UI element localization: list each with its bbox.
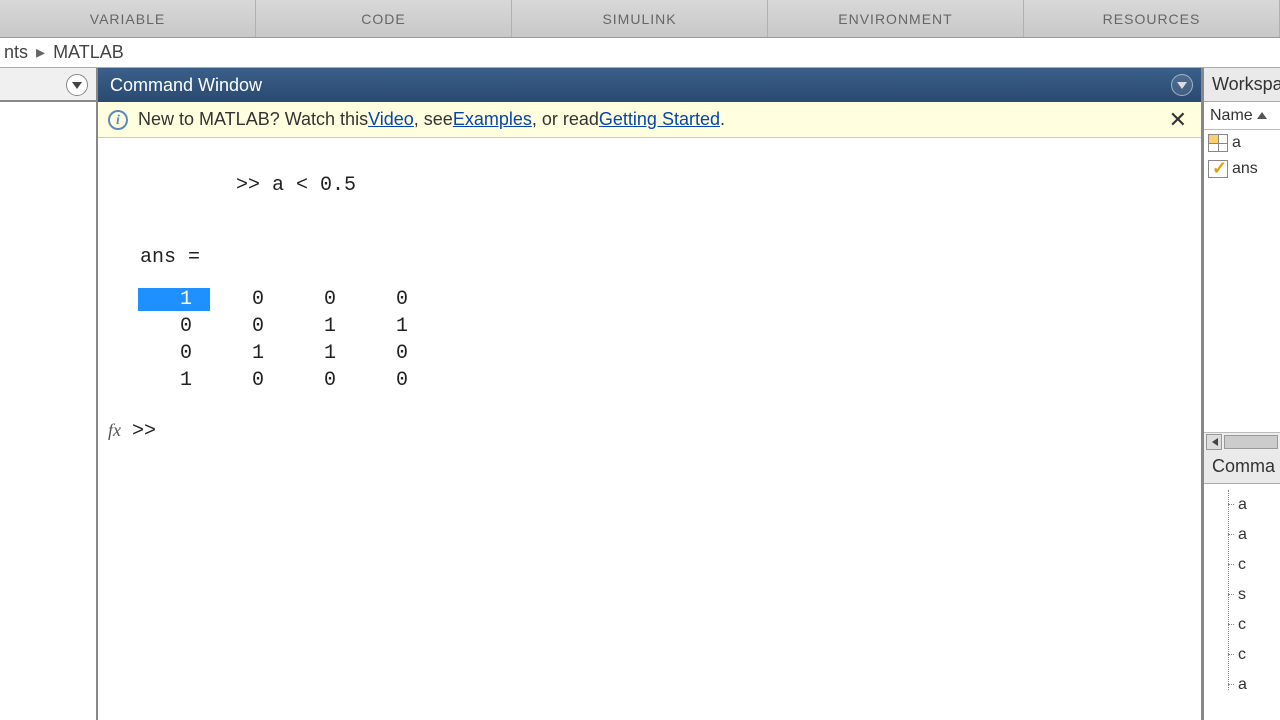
workspace-list[interactable]: a ans [1204,130,1280,182]
matrix-cell[interactable]: 1 [282,342,354,365]
address-folder[interactable]: MATLAB [53,42,124,63]
breadcrumb-separator-icon: ▸ [36,42,45,63]
table-row[interactable]: 1 0 0 0 [138,367,1197,394]
output-matrix[interactable]: 1 0 0 0 0 0 1 1 0 1 1 0 1 [138,286,1197,394]
close-icon[interactable]: ✕ [1165,107,1191,133]
info-text-mid2: , or read [532,109,599,130]
scroll-thumb[interactable] [1224,435,1278,449]
list-item[interactable]: a [1238,670,1280,700]
table-row[interactable]: 1 0 0 0 [138,286,1197,313]
matrix-cell[interactable]: 0 [354,369,426,392]
toolstrip-group-simulink[interactable]: SIMULINK [512,0,768,37]
list-item[interactable]: s [1238,580,1280,610]
toolstrip-group-variable[interactable]: VARIABLE [0,0,256,37]
info-text-mid1: , see [414,109,453,130]
getting-started-link[interactable]: Getting Started [599,109,720,130]
toolstrip-group-code[interactable]: CODE [256,0,512,37]
command-history-list[interactable]: a a c s c c a [1204,484,1280,720]
list-item[interactable]: a [1238,490,1280,520]
command-window-title-text: Command Window [110,75,262,96]
matrix-cell[interactable]: 0 [210,369,282,392]
command-body[interactable]: >> a < 0.5 ans = 1 0 0 0 0 0 1 1 0 [98,138,1201,720]
workspace-scrollbar[interactable] [1204,432,1280,450]
workspace-title: Workspa [1204,68,1280,102]
prompt: >> [236,174,260,197]
matrix-cell[interactable]: 0 [282,369,354,392]
matrix-cell[interactable]: 0 [354,342,426,365]
table-row[interactable]: 0 0 1 1 [138,313,1197,340]
info-text-prefix: New to MATLAB? Watch this [138,109,368,130]
address-bar[interactable]: nts ▸ MATLAB [0,38,1280,68]
logical-var-icon [1208,160,1228,178]
right-panels: Workspa Name a ans Comma a a c s c [1204,68,1280,720]
matrix-cell[interactable]: 0 [354,288,426,311]
sort-asc-icon [1257,112,1267,119]
command-history-title: Comma [1204,450,1280,484]
matrix-cell[interactable]: 0 [138,315,210,338]
current-folder-panel [0,68,98,720]
matrix-cell[interactable]: 1 [210,342,282,365]
list-item[interactable]: c [1238,640,1280,670]
fx-icon[interactable]: fx [108,420,132,441]
var-name: a [1232,134,1241,152]
command-window-title: Command Window [98,68,1201,102]
ans-label: ans = [132,243,1197,272]
examples-link[interactable]: Examples [453,109,532,130]
video-link[interactable]: Video [368,109,414,130]
table-row[interactable]: 0 1 1 0 [138,340,1197,367]
command-text: a < 0.5 [272,174,356,197]
panel-minimize-icon[interactable] [1171,74,1193,96]
var-name: ans [1232,160,1258,178]
panel-menu-icon[interactable] [66,74,88,96]
list-item[interactable]: a [1204,130,1280,156]
command-window-panel: Command Window i New to MATLAB? Watch th… [98,68,1204,720]
toolstrip: VARIABLE CODE SIMULINK ENVIRONMENT RESOU… [0,0,1280,38]
prompt[interactable]: >> [132,420,156,443]
matrix-cell[interactable]: 1 [282,315,354,338]
matrix-cell[interactable]: 0 [138,342,210,365]
list-item[interactable]: c [1238,550,1280,580]
matrix-cell[interactable]: 1 [138,288,210,311]
toolstrip-group-resources[interactable]: RESOURCES [1024,0,1280,37]
scroll-left-icon[interactable] [1206,434,1222,450]
column-label: Name [1210,107,1253,125]
matrix-cell[interactable]: 0 [282,288,354,311]
info-bar: i New to MATLAB? Watch this Video , see … [98,102,1201,138]
toolstrip-group-environment[interactable]: ENVIRONMENT [768,0,1024,37]
matrix-cell[interactable]: 1 [138,369,210,392]
list-item[interactable]: a [1238,520,1280,550]
list-item[interactable]: ans [1204,156,1280,182]
workspace-column-name[interactable]: Name [1204,102,1280,130]
matrix-cell[interactable]: 0 [210,315,282,338]
info-text-suffix: . [720,109,725,130]
list-item[interactable]: c [1238,610,1280,640]
matrix-cell[interactable]: 0 [210,288,282,311]
matrix-var-icon [1208,134,1228,152]
current-folder-header [0,68,96,102]
address-prefix: nts [4,42,28,63]
matrix-cell[interactable]: 1 [354,315,426,338]
info-icon: i [108,110,128,130]
